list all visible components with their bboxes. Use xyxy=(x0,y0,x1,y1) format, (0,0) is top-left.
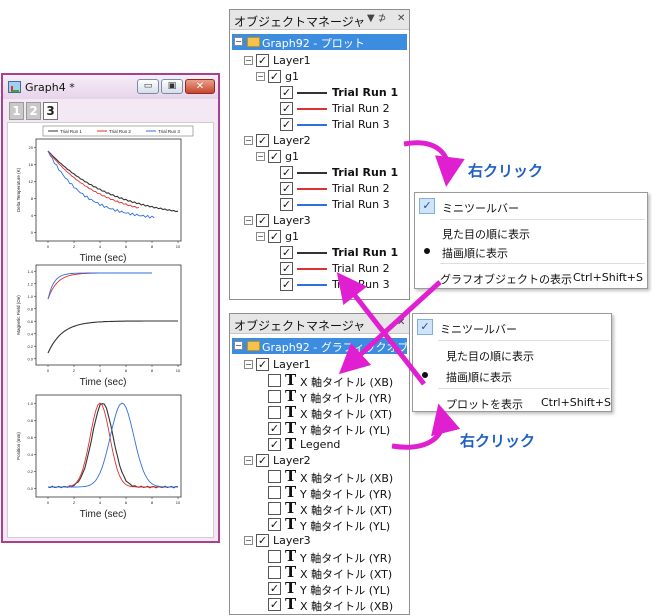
curved-arrow-top xyxy=(403,140,465,187)
right-click-label-bottom: 右クリック xyxy=(460,432,536,450)
right-click-label-top: 右クリック xyxy=(468,162,544,180)
annotation-overlay xyxy=(336,140,465,450)
cross-arrow-1 xyxy=(338,280,442,375)
cross-arrow-2 xyxy=(336,272,426,386)
curved-arrow-bottom xyxy=(391,403,461,450)
